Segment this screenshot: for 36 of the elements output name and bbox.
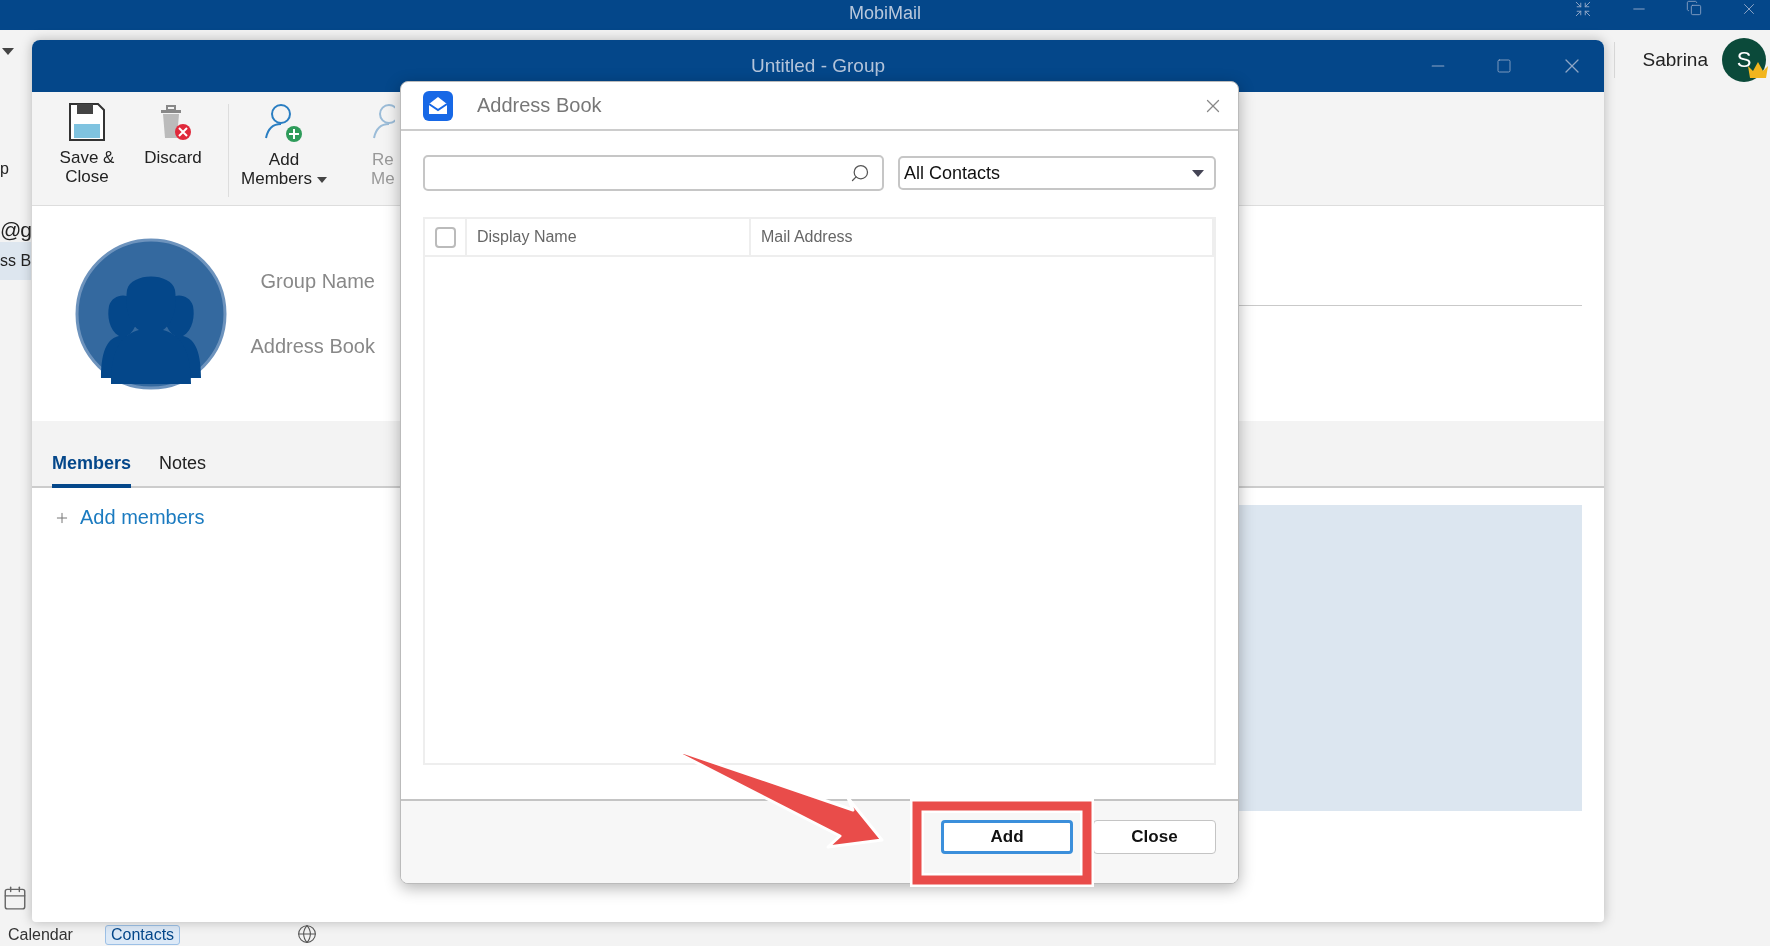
globe-nav-button[interactable]: [296, 923, 319, 945]
tab[interactable]: Notes: [159, 453, 207, 488]
ribbon-button[interactable]: Save & Close: [44, 92, 130, 205]
select-all-checkbox[interactable]: [434, 226, 456, 248]
add-person-icon: [263, 102, 305, 144]
calendar-icon: [2, 885, 28, 911]
dialog-button[interactable]: Add: [941, 820, 1073, 854]
dialog-title: Address Book: [477, 94, 602, 117]
list-item-text: p: [0, 160, 9, 178]
column-header[interactable]: Display Name: [467, 219, 751, 255]
window-title: Untitled - Group: [750, 55, 886, 77]
field-label: Address Book: [250, 334, 375, 358]
caret-icon: [316, 176, 327, 183]
tab[interactable]: Members: [52, 453, 132, 488]
column-header[interactable]: Mail Address: [751, 219, 1214, 255]
maximize-icon[interactable]: [1496, 58, 1512, 74]
ribbon-button[interactable]: Discard: [130, 92, 216, 205]
user-avatar[interactable]: S: [1722, 38, 1766, 82]
dialog-button[interactable]: Close: [1093, 820, 1216, 854]
nav-item[interactable]: Contacts: [104, 925, 181, 945]
search-field[interactable]: [423, 155, 884, 191]
restore-size-icon[interactable]: [1574, 0, 1592, 18]
list-item-text: @g: [0, 218, 31, 242]
search-icon[interactable]: [850, 163, 870, 183]
restore-icon[interactable]: [1686, 0, 1702, 16]
globe-icon: [297, 924, 318, 944]
caret-icon[interactable]: [2, 47, 14, 55]
app-title: MobiMail: [849, 3, 921, 24]
nav-item[interactable]: Calendar: [2, 925, 79, 945]
ribbon-button[interactable]: Add Members: [241, 92, 327, 205]
list-item-text: ss B: [0, 242, 32, 280]
app-logo-icon: [423, 90, 453, 121]
user-name: Sabrina: [1642, 49, 1708, 71]
add-members-link[interactable]: Add members: [54, 506, 205, 529]
field-label: Group Name: [260, 269, 375, 293]
contacts-dropdown[interactable]: All Contacts: [898, 156, 1216, 190]
